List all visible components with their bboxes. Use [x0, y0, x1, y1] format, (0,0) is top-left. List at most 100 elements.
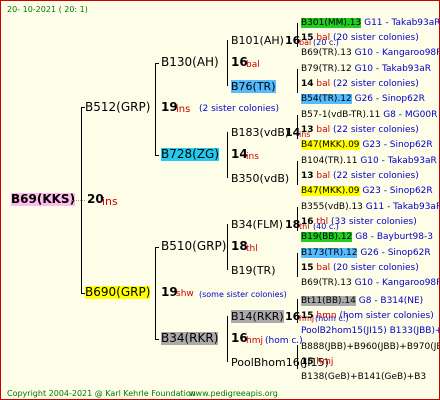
root-queen-id[interactable]: B69(KKS): [11, 193, 76, 206]
g3-bracket: [297, 161, 298, 185]
g4-queen-id[interactable]: B57-1(vdB-TR).11: [301, 110, 380, 120]
g4-row: 15 bal (20 sister colonies): [301, 262, 419, 275]
g4-row: B69(TR).13 G10 - Kangaroo98R: [301, 277, 439, 290]
g4-row: B19(BB).12 G8 - Bayburt98-3: [301, 231, 433, 244]
g4-note: (22 sister colonies): [333, 171, 419, 181]
g2-bracket: [227, 224, 228, 270]
g4-row: B355(vdB).13 G11 - Takab93aR: [301, 201, 439, 214]
g4-row: B47(MKK).09 G23 - Sinop62R: [301, 185, 433, 198]
g4-row: 13 bal (22 sister colonies): [301, 124, 419, 137]
g2-bracket: [227, 40, 228, 86]
g4-suffix: bal: [316, 33, 331, 43]
root-suffix: ins: [102, 195, 118, 208]
g4-generation-number: 13: [301, 125, 314, 135]
g4-tail: G26 - Sinop62R: [360, 248, 431, 258]
g3-queen-id[interactable]: B183(vdB): [231, 126, 289, 139]
g1-bracket-tick: [155, 63, 159, 64]
g4-generation-number: 14: [301, 79, 314, 89]
g4-queen-id[interactable]: Bt11(BB).14: [301, 296, 356, 306]
g3-queen-id[interactable]: B34(FLM): [231, 218, 283, 231]
g4-row: Bt11(BB).14 G8 - B314(NE): [301, 295, 423, 308]
g4-row: 14 bal (22 sister colonies): [301, 78, 419, 91]
g2-bracket: [227, 132, 228, 178]
g1-queen-id[interactable]: B512(GRP): [85, 101, 150, 114]
g2-queen-id[interactable]: B34(RKR): [161, 332, 219, 345]
g1-suffix: ins: [176, 104, 191, 115]
g3-queen-id[interactable]: B19(TR): [231, 264, 276, 277]
g3-bracket: [297, 115, 298, 139]
g4-note: (33 sister colonies): [331, 217, 417, 227]
g4-suffix: bal: [316, 263, 331, 273]
g2-suffix: hmj: [246, 336, 263, 346]
g4-tail: G11 - Takab93aR: [364, 18, 440, 28]
g4-queen-id[interactable]: B301(MM).13: [301, 18, 362, 28]
g4-queen-id[interactable]: B888(JBB)+B960(JBB)+B970(JBB): [301, 342, 439, 352]
g4-queen-id[interactable]: B19(BB).12: [301, 232, 353, 242]
g3-queen-id[interactable]: B350(vdB): [231, 172, 289, 185]
g4-note: (22 sister colonies): [333, 125, 419, 135]
g4-row: B79(TR).12 G10 - Takab93aR: [301, 63, 431, 76]
g4-row: B888(JBB)+B960(JBB)+B970(JBB): [301, 341, 439, 354]
g4-generation-number: 15: [301, 311, 314, 321]
g4-queen-id[interactable]: B138(GeB)+B141(GeB)+B3: [301, 372, 426, 382]
g2-suffix: bal: [246, 60, 260, 70]
g4-row: B57-1(vdB-TR).11 G8 - MG00R: [301, 109, 437, 122]
g4-row: B69(TR).13 G10 - Kangaroo98R: [301, 47, 440, 60]
g4-row: B138(GeB)+B141(GeB)+B3: [301, 371, 426, 384]
g4-note: (20 sister colonies): [333, 263, 419, 273]
g4-queen-id[interactable]: B173(TR).12: [301, 248, 358, 258]
g4-queen-id[interactable]: B47(MKK).09: [301, 186, 360, 196]
g4-queen-id[interactable]: B104(TR).11: [301, 156, 357, 166]
g4-generation-number: 13: [301, 171, 314, 181]
g1-suffix: shw: [176, 289, 194, 299]
g4-row: 16 thl (33 sister colonies): [301, 216, 417, 229]
g1-queen-id[interactable]: B690(GRP): [85, 286, 151, 299]
g4-queen-id[interactable]: B69(TR).13: [301, 278, 352, 288]
pedigree-chart: { "header": {"date": "20- 10-2021 ( 20: …: [0, 0, 440, 400]
g3-bracket: [297, 207, 298, 231]
g4-generation-number: 16: [301, 217, 314, 227]
g4-generation-number: 15: [301, 357, 314, 367]
g4-note: (22 sister colonies): [333, 79, 419, 89]
g4-suffix: bal: [316, 125, 331, 135]
g4-suffix: thl: [316, 217, 329, 227]
g4-generation-number: 15: [301, 33, 314, 43]
g4-queen-id[interactable]: B54(TR).12: [301, 94, 352, 104]
g4-queen-id[interactable]: B79(TR).12: [301, 64, 352, 74]
g4-tail: G8 - MG00R: [383, 110, 438, 120]
g4-note: (hom sister colonies): [339, 311, 434, 321]
g3-queen-id[interactable]: B76(TR): [231, 80, 276, 93]
g3-bracket: [297, 253, 298, 277]
g4-tail: G23 - Sinop62R: [362, 186, 433, 196]
g4-queen-id[interactable]: B47(MKK).09: [301, 140, 360, 150]
g3-queen-id[interactable]: B101(AH): [231, 34, 284, 47]
g1-bracket: [155, 247, 156, 339]
g4-queen-id[interactable]: PoolB2hom15(JI15): [301, 326, 387, 336]
g1-bracket: [155, 63, 156, 155]
g4-row: B47(MKK).09 G23 - Sinop62R: [301, 139, 433, 152]
g2-queen-id[interactable]: B728(ZG): [161, 148, 220, 161]
g4-suffix: hmj: [316, 357, 334, 367]
g4-row: PoolB2hom15(JI15) B133(JBB)+: [301, 325, 439, 338]
g3-queen-id[interactable]: B14(RKR): [231, 310, 284, 323]
g4-row: B104(TR).11 G10 - Takab93aR: [301, 155, 437, 168]
g2-queen-id[interactable]: B510(GRP): [161, 240, 226, 253]
g1-bracket-tick: [155, 155, 159, 156]
g3-bracket: [297, 23, 298, 47]
g2-bracket: [227, 316, 228, 362]
g4-tail: G23 - Sinop62R: [362, 140, 433, 150]
g4-suffix: bal: [316, 79, 331, 89]
root-connector: [71, 200, 85, 201]
g4-tail: G8 - Bayburt98-3: [355, 232, 433, 242]
g4-row: B173(TR).12 G26 - Sinop62R: [301, 247, 431, 260]
g4-queen-id[interactable]: B69(TR).13: [301, 48, 352, 58]
g1-note: (some sister colonies): [199, 290, 287, 299]
g1-bracket-tick: [155, 339, 159, 340]
g3-bracket: [297, 345, 298, 369]
g4-row: 15 bal (20 sister colonies): [301, 32, 419, 45]
g4-tail: G10 - Kangaroo98R: [354, 48, 440, 58]
g4-queen-id[interactable]: B355(vdB).13: [301, 202, 363, 212]
footer-site[interactable]: www.pedigreeapis.org: [189, 387, 278, 399]
g2-suffix: thl: [246, 244, 258, 254]
g2-queen-id[interactable]: B130(AH): [161, 56, 219, 69]
